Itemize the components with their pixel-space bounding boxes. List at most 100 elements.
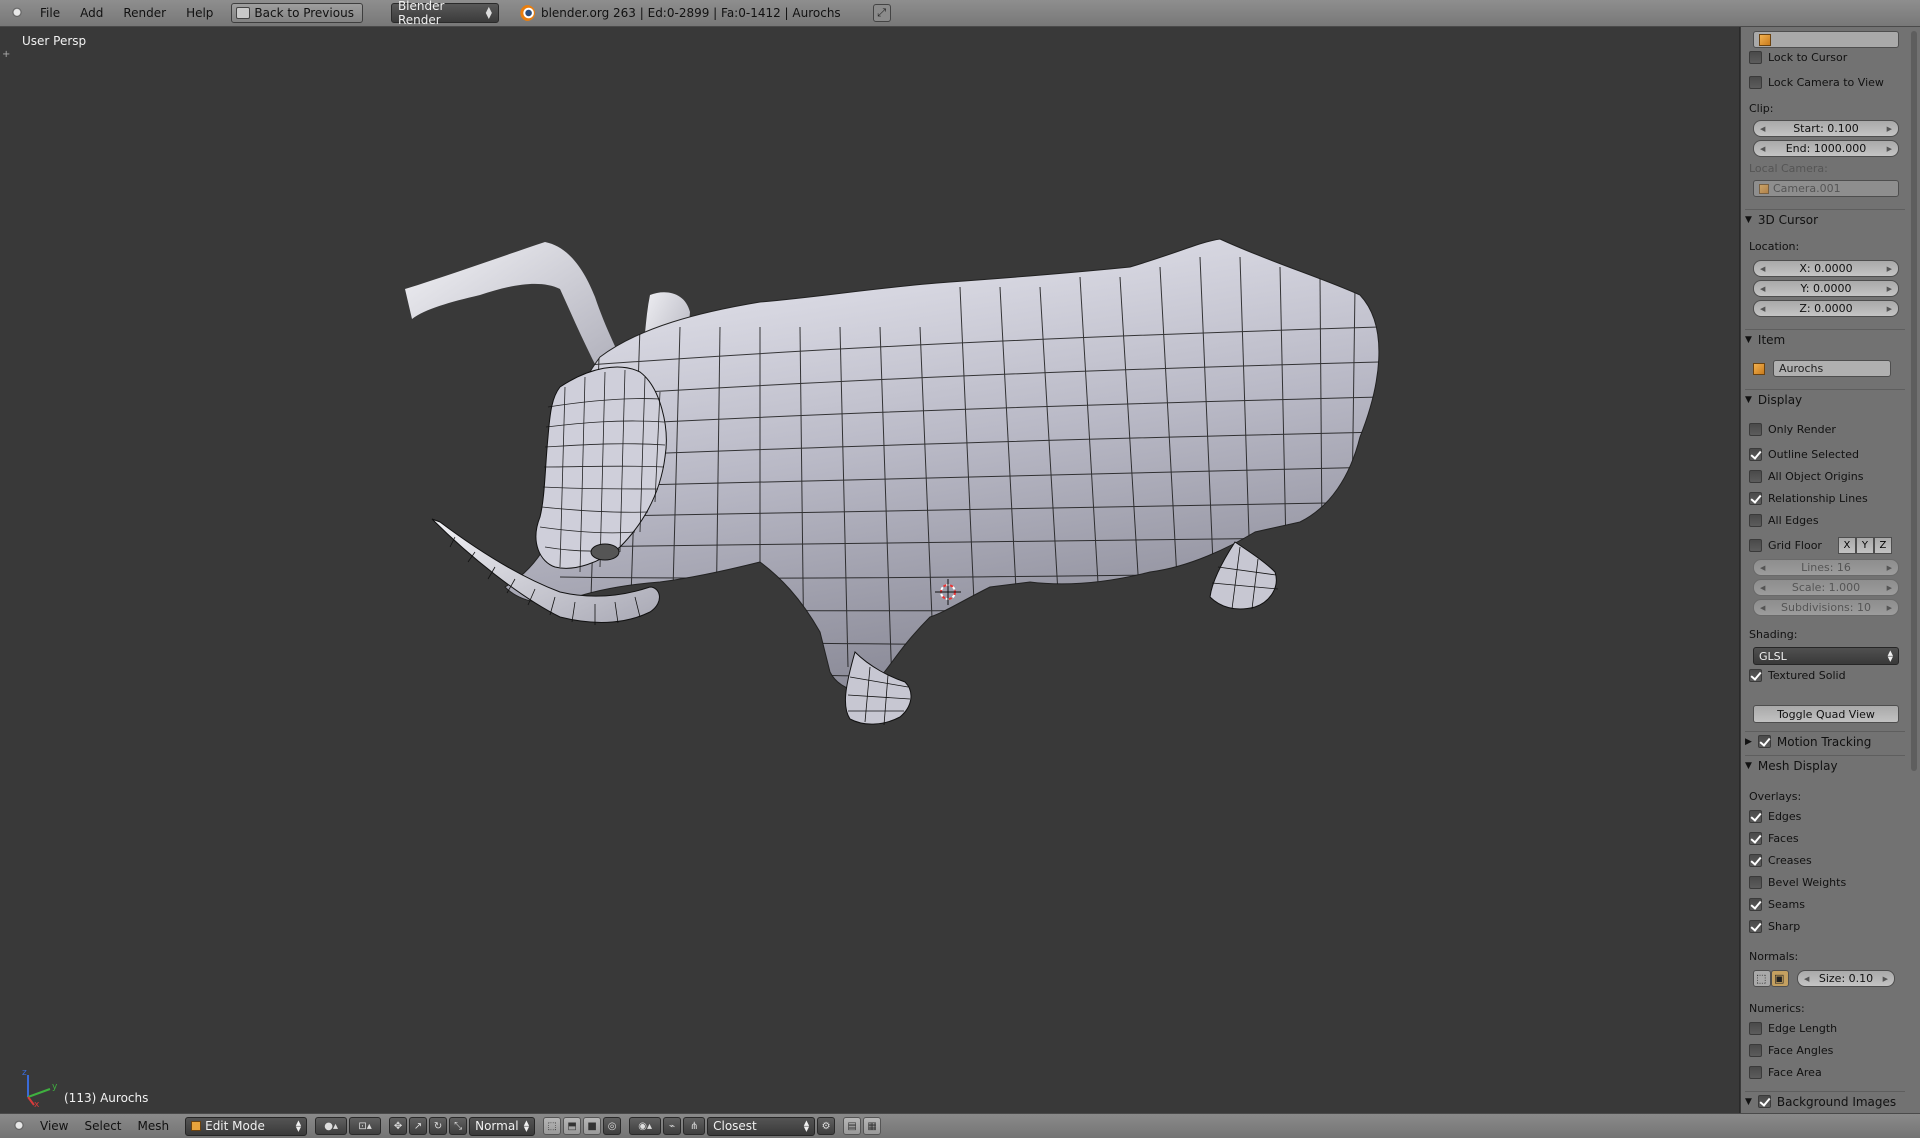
transform-orientation-select[interactable]: Normal ▲ ▼ [469,1116,536,1136]
relationship-lines-row[interactable]: Relationship Lines [1749,492,1905,505]
item-name-field[interactable]: Aurochs [1773,360,1891,377]
motion-tracking-panel-header[interactable]: ▶ Motion Tracking [1745,731,1905,751]
menu-help[interactable]: Help [176,6,223,20]
face-normals-toggle-icon[interactable]: ▣ [1771,970,1789,987]
grid-floor-checkbox[interactable] [1749,539,1762,552]
display-panel-header[interactable]: ▼ Display [1745,389,1905,409]
item-panel-title: Item [1757,332,1786,347]
all-object-origins-checkbox[interactable] [1749,470,1762,483]
creases-checkbox[interactable] [1749,854,1762,867]
snap-element-icon[interactable]: ⋔ [683,1117,706,1135]
faces-checkbox[interactable] [1749,832,1762,845]
grid-lines-field[interactable]: ◀ Lines: 16 ▶ [1753,559,1899,576]
snap-options-icon[interactable]: ⚙ [817,1117,836,1135]
lock-to-cursor-checkbox[interactable] [1749,51,1762,64]
properties-shelf[interactable]: Lock to Cursor Lock Camera to View Clip:… [1741,27,1920,1113]
menu-mesh[interactable]: Mesh [130,1119,178,1133]
only-render-row[interactable]: Only Render [1749,423,1905,436]
face-angles-row[interactable]: Face Angles [1749,1044,1905,1057]
edges-checkbox[interactable] [1749,810,1762,823]
all-object-origins-row[interactable]: All Object Origins [1749,470,1905,483]
lock-to-cursor-row[interactable]: Lock to Cursor [1749,51,1905,64]
faces-row[interactable]: Faces [1749,832,1905,845]
translate-manipulator-icon[interactable]: ↗ [409,1117,428,1135]
face-select-mode-icon[interactable]: ■ [583,1117,602,1135]
all-edges-row[interactable]: All Edges [1749,514,1905,527]
menu-add[interactable]: Add [70,6,113,20]
background-images-panel-header[interactable]: ▼ Background Images [1745,1091,1905,1111]
relationship-lines-checkbox[interactable] [1749,492,1762,505]
lock-camera-row[interactable]: Lock Camera to View [1749,76,1905,89]
toggle-quad-view-button[interactable]: Toggle Quad View [1753,705,1899,723]
snap-target-select[interactable]: Closest ▲ ▼ [707,1116,816,1136]
editor-type-icon[interactable] [12,1119,26,1133]
editor-type-icon[interactable] [10,6,24,20]
normals-size-field[interactable]: ◀ Size: 0.10 ▶ [1797,970,1895,987]
edge-select-mode-icon[interactable]: ⬒ [563,1117,582,1135]
sharp-row[interactable]: Sharp [1749,920,1905,933]
cursor-z-field[interactable]: ◀ Z: 0.0000 ▶ [1753,300,1899,317]
edge-length-row[interactable]: Edge Length [1749,1022,1905,1035]
outline-selected-row[interactable]: Outline Selected [1749,448,1905,461]
grid-axis-x-toggle[interactable]: X [1837,537,1856,554]
sharp-checkbox[interactable] [1749,920,1762,933]
render-still-icon[interactable]: ▤ [843,1117,862,1135]
grid-axis-y-toggle[interactable]: Y [1855,537,1874,554]
shading-select[interactable]: GLSL ▲ ▼ [1753,647,1899,665]
properties-scrollbar[interactable] [1911,31,1917,771]
3d-viewport[interactable]: User Persp + y z x (113) Aurochs [0,27,1740,1113]
lock-camera-checkbox[interactable] [1749,76,1762,89]
seams-checkbox[interactable] [1749,898,1762,911]
only-render-checkbox[interactable] [1749,423,1762,436]
manipulator-toggle-icon[interactable]: ✥ [389,1117,408,1135]
textured-solid-checkbox[interactable] [1749,669,1762,682]
bevel-weights-checkbox[interactable] [1749,876,1762,889]
lock-object-field[interactable] [1753,31,1899,48]
seams-row[interactable]: Seams [1749,898,1905,911]
all-edges-checkbox[interactable] [1749,514,1762,527]
clip-start-field[interactable]: ◀ Start: 0.100 ▶ [1753,120,1899,137]
mesh-display-panel-header[interactable]: ▼ Mesh Display [1745,755,1905,775]
edge-length-checkbox[interactable] [1749,1022,1762,1035]
normals-row: ⬚ ▣ ◀ Size: 0.10 ▶ [1749,970,1905,987]
render-engine-select[interactable]: Blender Render ▲ ▼ [390,0,499,27]
pivot-point-icon[interactable]: ⊡▴ [349,1117,382,1135]
bevel-weights-row[interactable]: Bevel Weights [1749,876,1905,889]
rotate-manipulator-icon[interactable]: ↻ [429,1117,448,1135]
viewport-shading-icon[interactable]: ●▴ [315,1117,348,1135]
outline-selected-checkbox[interactable] [1749,448,1762,461]
textured-solid-row[interactable]: Textured Solid [1749,669,1905,682]
grid-subdivisions-field[interactable]: ◀ Subdivisions: 10 ▶ [1753,599,1899,616]
local-camera-field[interactable]: Camera.001 [1753,180,1899,197]
aurochs-mesh[interactable] [0,27,1740,1113]
motion-tracking-checkbox[interactable] [1757,735,1771,748]
background-images-checkbox[interactable] [1757,1095,1771,1108]
face-angles-checkbox[interactable] [1749,1044,1762,1057]
limit-selection-icon[interactable]: ◎ [603,1117,622,1135]
grid-scale-field[interactable]: ◀ Scale: 1.000 ▶ [1753,579,1899,596]
menu-file[interactable]: File [30,6,70,20]
menu-select[interactable]: Select [76,1119,129,1133]
item-panel-header[interactable]: ▼ Item [1745,329,1905,349]
3d-cursor-panel-header[interactable]: ▼ 3D Cursor [1745,209,1905,229]
menu-view[interactable]: View [32,1119,76,1133]
back-to-previous-button[interactable]: Back to Previous [231,3,363,23]
face-area-checkbox[interactable] [1749,1066,1762,1079]
fullscreen-toggle-icon[interactable]: ⤢ [872,4,891,22]
creases-row[interactable]: Creases [1749,854,1905,867]
vertex-normals-toggle-icon[interactable]: ⬚ [1753,970,1771,987]
scale-manipulator-icon[interactable]: ⤡ [449,1117,468,1135]
face-area-row[interactable]: Face Area [1749,1066,1905,1079]
menu-render[interactable]: Render [113,6,176,20]
cursor-x-field[interactable]: ◀ X: 0.0000 ▶ [1753,260,1899,277]
render-animation-icon[interactable]: ▦ [863,1117,882,1135]
snap-toggle-icon[interactable]: ⌁ [663,1117,682,1135]
creases-label: Creases [1768,854,1812,867]
vertex-select-mode-icon[interactable]: ⬚ [543,1117,562,1135]
interaction-mode-select[interactable]: Edit Mode ▲ ▼ [185,1116,308,1136]
cursor-y-field[interactable]: ◀ Y: 0.0000 ▶ [1753,280,1899,297]
clip-end-field[interactable]: ◀ End: 1000.000 ▶ [1753,140,1899,157]
grid-axis-z-toggle[interactable]: Z [1873,537,1892,554]
proportional-editing-icon[interactable]: ◉▴ [629,1117,662,1135]
edges-row[interactable]: Edges [1749,810,1905,823]
